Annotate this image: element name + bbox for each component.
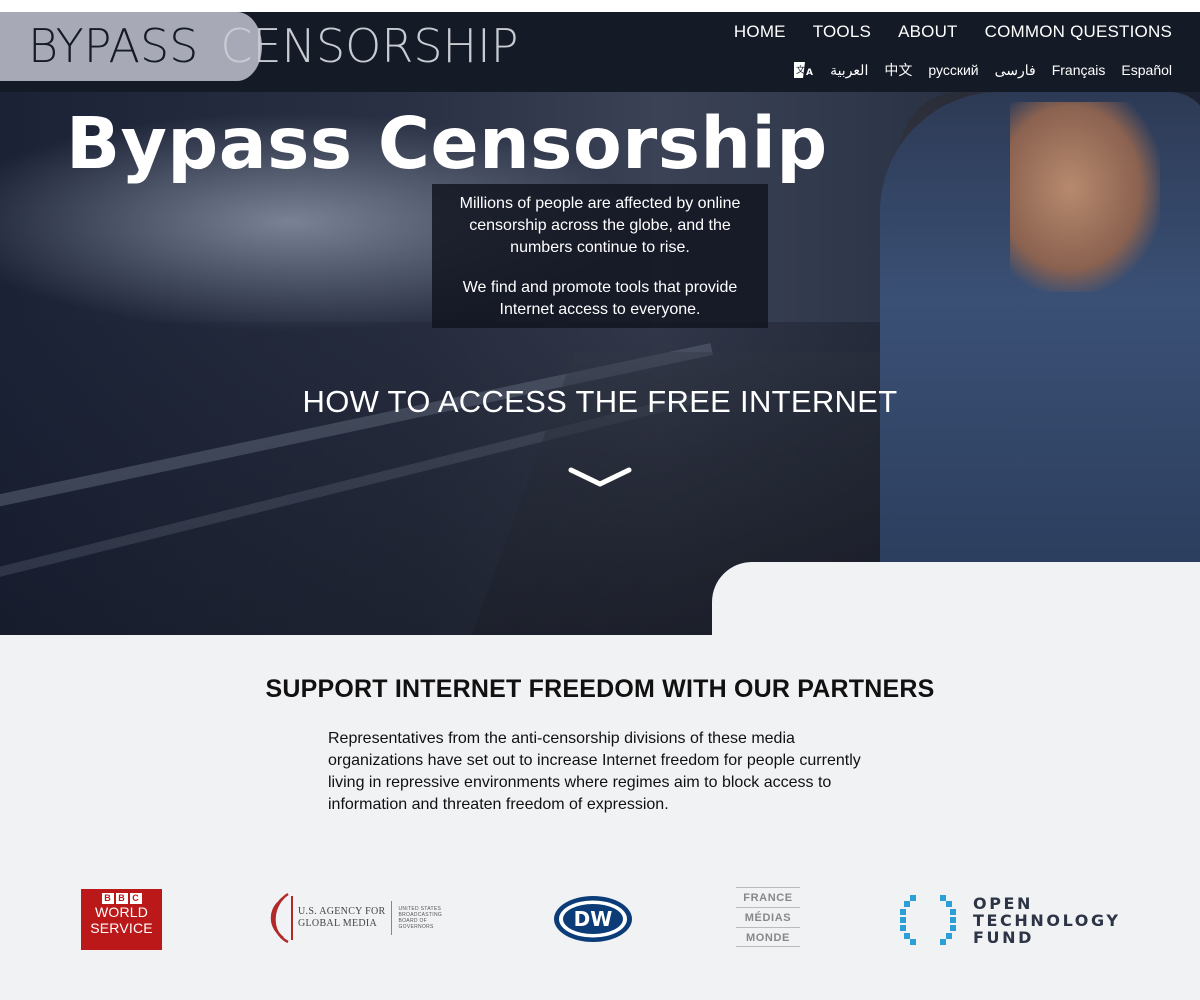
nav-common-questions[interactable]: COMMON QUESTIONS (985, 22, 1172, 42)
partners-description: Representatives from the anti-censorship… (328, 730, 861, 813)
hero-cta-heading[interactable]: HOW TO ACCESS THE FREE INTERNET (0, 384, 1200, 420)
site-logo[interactable]: BYPASS CENSORSHIP (28, 18, 518, 74)
nav-home[interactable]: HOME (734, 22, 786, 42)
logo-word-bypass: BYPASS (28, 19, 199, 73)
bbc-line: WORLD (94, 904, 149, 920)
logo-word-censorship: CENSORSHIP (220, 19, 519, 73)
lang-chinese[interactable]: 中文 (884, 60, 912, 80)
bbc-block: C (129, 893, 142, 904)
hero-intro-text: We find and promote tools that provide I… (462, 279, 738, 318)
otf-line: TECHNOLOGY (973, 910, 1121, 930)
hero-section: Bypass Censorship Millions of people are… (0, 92, 1200, 635)
otf-line: OPEN (973, 893, 1034, 913)
usagm-subtext: UNITED STATES BROADCASTING BOARD OF GOVE… (398, 906, 442, 930)
nav-tools[interactable]: TOOLS (813, 22, 871, 42)
nav-about[interactable]: ABOUT (898, 22, 958, 42)
hero-intro-text: Millions of people are affected by onlin… (459, 195, 741, 256)
language-nav: 文 A العربية 中文 русский فارسی Français Es… (794, 60, 1172, 80)
lang-arabic[interactable]: العربية (830, 62, 868, 79)
usagm-divider (391, 901, 393, 935)
usagm-line: U.S. AGENCY FOR (298, 906, 386, 917)
bbc-world-service-logo[interactable]: B B C WORLD SERVICE (81, 889, 162, 950)
france-medias-monde-logo[interactable]: FRANCE MÉDIAS MONDE (736, 887, 800, 951)
open-technology-fund-logo[interactable]: OPEN TECHNOLOGY FUND (900, 893, 1121, 947)
bbc-line: SERVICE (90, 920, 153, 936)
otf-line: FUND (973, 927, 1034, 947)
svg-text:文: 文 (796, 64, 805, 76)
hero-intro-box: Millions of people are affected by onlin… (432, 184, 768, 328)
lang-spanish[interactable]: Español (1121, 62, 1172, 78)
translate-icon[interactable]: 文 A (794, 62, 814, 78)
hero-corner-notch (712, 562, 1200, 636)
usagm-emblem-icon (270, 892, 293, 944)
fmm-line: FRANCE (736, 887, 800, 907)
bbc-block: B (101, 893, 114, 904)
dw-logo[interactable]: DW (553, 895, 633, 943)
usagm-line: GLOBAL MEDIA (298, 918, 378, 929)
lang-farsi[interactable]: فارسی (995, 62, 1036, 79)
usagm-logo[interactable]: U.S. AGENCY FOR GLOBAL MEDIA UNITED STAT… (262, 890, 462, 946)
otf-bracket-icon (900, 895, 956, 945)
usagm-subline: GOVERNORS (398, 924, 434, 930)
usagm-name: U.S. AGENCY FOR GLOBAL MEDIA (298, 906, 385, 930)
chevron-down-icon[interactable] (568, 464, 632, 490)
dw-text: DW (574, 907, 613, 931)
bbc-block: B (115, 893, 128, 904)
otf-name: OPEN TECHNOLOGY FUND (973, 895, 1121, 946)
hero-background-face (1010, 102, 1160, 292)
fmm-line: MÉDIAS (736, 907, 800, 927)
svg-text:A: A (806, 68, 813, 78)
main-nav: HOME TOOLS ABOUT COMMON QUESTIONS (734, 22, 1172, 42)
partners-title: SUPPORT INTERNET FREEDOM WITH OUR PARTNE… (265, 675, 935, 703)
top-strip (0, 0, 1200, 12)
fmm-line: MONDE (736, 927, 800, 947)
hero-title: Bypass Censorship (66, 102, 828, 185)
dw-emblem-icon: DW (554, 896, 632, 942)
lang-french[interactable]: Français (1052, 62, 1106, 78)
lang-russian[interactable]: русский (928, 62, 978, 78)
bbc-blocks: B B C (81, 893, 162, 904)
